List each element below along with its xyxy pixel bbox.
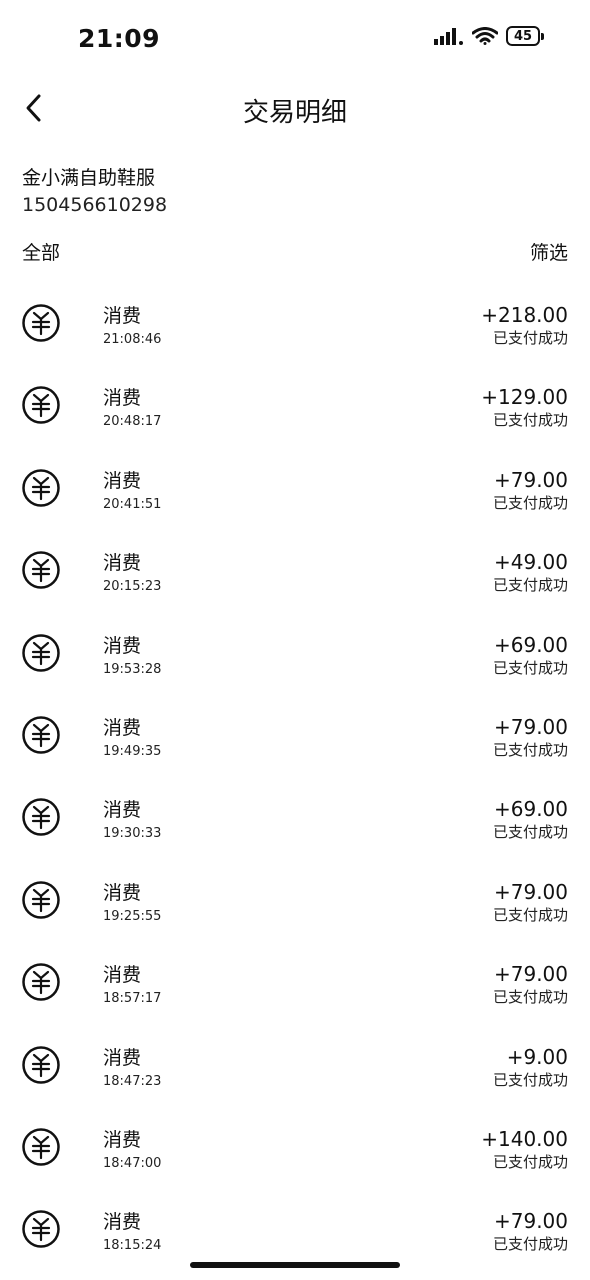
transaction-type: 消费 bbox=[103, 469, 142, 492]
transaction-row[interactable]: 消费 18:15:24 +79.00 已支付成功 bbox=[0, 1181, 590, 1263]
transaction-amount: +218.00 bbox=[481, 303, 568, 327]
transaction-status: 已支付成功 bbox=[492, 658, 568, 677]
transaction-type: 消费 bbox=[103, 552, 142, 575]
status-bar: 21:09 45 bbox=[0, 0, 590, 80]
transaction-type: 消费 bbox=[103, 387, 142, 410]
merchant-id: 150456610298 bbox=[22, 194, 168, 216]
yuan-coin-icon bbox=[21, 468, 61, 508]
transaction-status: 已支付成功 bbox=[492, 823, 568, 842]
transaction-status: 已支付成功 bbox=[492, 576, 568, 595]
status-time: 21:09 bbox=[78, 24, 161, 53]
transaction-row[interactable]: 消费 18:57:17 +79.00 已支付成功 bbox=[0, 934, 590, 1016]
merchant-name: 金小满自助鞋服 bbox=[22, 167, 156, 189]
wifi-icon bbox=[472, 27, 498, 45]
transaction-row[interactable]: 消费 19:25:55 +79.00 已支付成功 bbox=[0, 852, 590, 934]
status-icons: 45 bbox=[434, 26, 544, 46]
transaction-row[interactable]: 消费 19:30:33 +69.00 已支付成功 bbox=[0, 769, 590, 851]
yuan-coin-icon bbox=[21, 962, 61, 1002]
home-indicator bbox=[190, 1262, 400, 1268]
transaction-time: 18:15:24 bbox=[103, 1238, 162, 1254]
transaction-type: 消费 bbox=[103, 1211, 142, 1234]
transaction-time: 19:30:33 bbox=[103, 826, 162, 842]
transaction-time: 20:15:23 bbox=[103, 579, 162, 595]
transaction-type: 消费 bbox=[103, 964, 142, 987]
transaction-row[interactable]: 消费 18:47:23 +9.00 已支付成功 bbox=[0, 1017, 590, 1099]
transaction-row[interactable]: 消费 21:08:46 +218.00 已支付成功 bbox=[0, 275, 590, 357]
yuan-coin-icon bbox=[21, 303, 61, 343]
transaction-status: 已支付成功 bbox=[492, 411, 568, 430]
transaction-time: 20:41:51 bbox=[103, 496, 162, 512]
transaction-amount: +69.00 bbox=[493, 632, 568, 657]
transaction-status: 已支付成功 bbox=[492, 1235, 568, 1254]
transaction-status: 已支付成功 bbox=[492, 905, 568, 924]
yuan-coin-icon bbox=[21, 1127, 61, 1167]
transaction-amount: +140.00 bbox=[481, 1126, 568, 1151]
transaction-time: 21:08:46 bbox=[103, 332, 162, 347]
yuan-coin-icon bbox=[21, 715, 61, 755]
yuan-coin-icon bbox=[21, 633, 61, 673]
transaction-row[interactable]: 消费 19:49:35 +79.00 已支付成功 bbox=[0, 687, 590, 769]
transaction-time: 18:47:00 bbox=[103, 1155, 162, 1171]
transaction-type: 消费 bbox=[103, 634, 142, 657]
transaction-type: 消费 bbox=[103, 799, 142, 822]
transaction-amount: +69.00 bbox=[493, 797, 568, 822]
yuan-coin-icon bbox=[21, 385, 61, 425]
transaction-status: 已支付成功 bbox=[492, 1152, 568, 1171]
transaction-amount: +79.00 bbox=[493, 1209, 568, 1234]
transaction-row[interactable]: 消费 20:15:23 +49.00 已支付成功 bbox=[0, 522, 590, 604]
transaction-type: 消费 bbox=[103, 305, 142, 327]
filter-all-tab[interactable]: 全部 bbox=[22, 238, 60, 265]
transaction-type: 消费 bbox=[103, 716, 142, 739]
transaction-status: 已支付成功 bbox=[492, 740, 568, 759]
transaction-list: 消费 21:08:46 +218.00 已支付成功 消费 20:48:17 +129.00 已… bbox=[0, 275, 590, 1264]
transaction-time: 18:47:23 bbox=[103, 1073, 162, 1089]
transaction-amount: +9.00 bbox=[506, 1044, 568, 1069]
transaction-time: 19:53:28 bbox=[103, 661, 162, 677]
transaction-amount: +79.00 bbox=[493, 714, 568, 739]
transaction-amount: +49.00 bbox=[493, 550, 568, 575]
transaction-status: 已支付成功 bbox=[492, 493, 568, 512]
transaction-status: 已支付成功 bbox=[492, 1070, 568, 1089]
nav-bar: 交易明细 bbox=[0, 80, 590, 140]
transaction-time: 19:49:35 bbox=[103, 743, 162, 759]
transaction-amount: +79.00 bbox=[493, 962, 568, 987]
transaction-time: 20:48:17 bbox=[103, 414, 162, 430]
transaction-time: 19:25:55 bbox=[103, 908, 162, 924]
filter-button[interactable]: 筛选 bbox=[530, 238, 568, 265]
transaction-type: 消费 bbox=[103, 881, 142, 904]
battery-icon: 45 bbox=[506, 26, 544, 46]
transaction-type: 消费 bbox=[103, 1046, 142, 1069]
transaction-row[interactable]: 消费 18:47:00 +140.00 已支付成功 bbox=[0, 1099, 590, 1181]
yuan-coin-icon bbox=[21, 880, 61, 920]
transaction-type: 消费 bbox=[103, 1128, 142, 1151]
transaction-time: 18:57:17 bbox=[103, 991, 162, 1007]
page-title: 交易明细 bbox=[242, 98, 347, 128]
yuan-coin-icon bbox=[21, 1209, 61, 1249]
transaction-amount: +129.00 bbox=[481, 385, 568, 410]
transaction-status: 已支付成功 bbox=[492, 988, 568, 1007]
transaction-row[interactable]: 消费 20:41:51 +79.00 已支付成功 bbox=[0, 440, 590, 522]
yuan-coin-icon bbox=[21, 1045, 61, 1085]
transaction-row[interactable]: 消费 19:53:28 +69.00 已支付成功 bbox=[0, 605, 590, 687]
yuan-coin-icon bbox=[21, 550, 61, 590]
transaction-amount: +79.00 bbox=[493, 467, 568, 492]
transaction-amount: +79.00 bbox=[493, 879, 568, 904]
cellular-signal-icon bbox=[434, 28, 463, 45]
transaction-row[interactable]: 消费 20:48:17 +129.00 已支付成功 bbox=[0, 357, 590, 439]
transaction-status: 已支付成功 bbox=[492, 329, 568, 347]
yuan-coin-icon bbox=[21, 797, 61, 837]
